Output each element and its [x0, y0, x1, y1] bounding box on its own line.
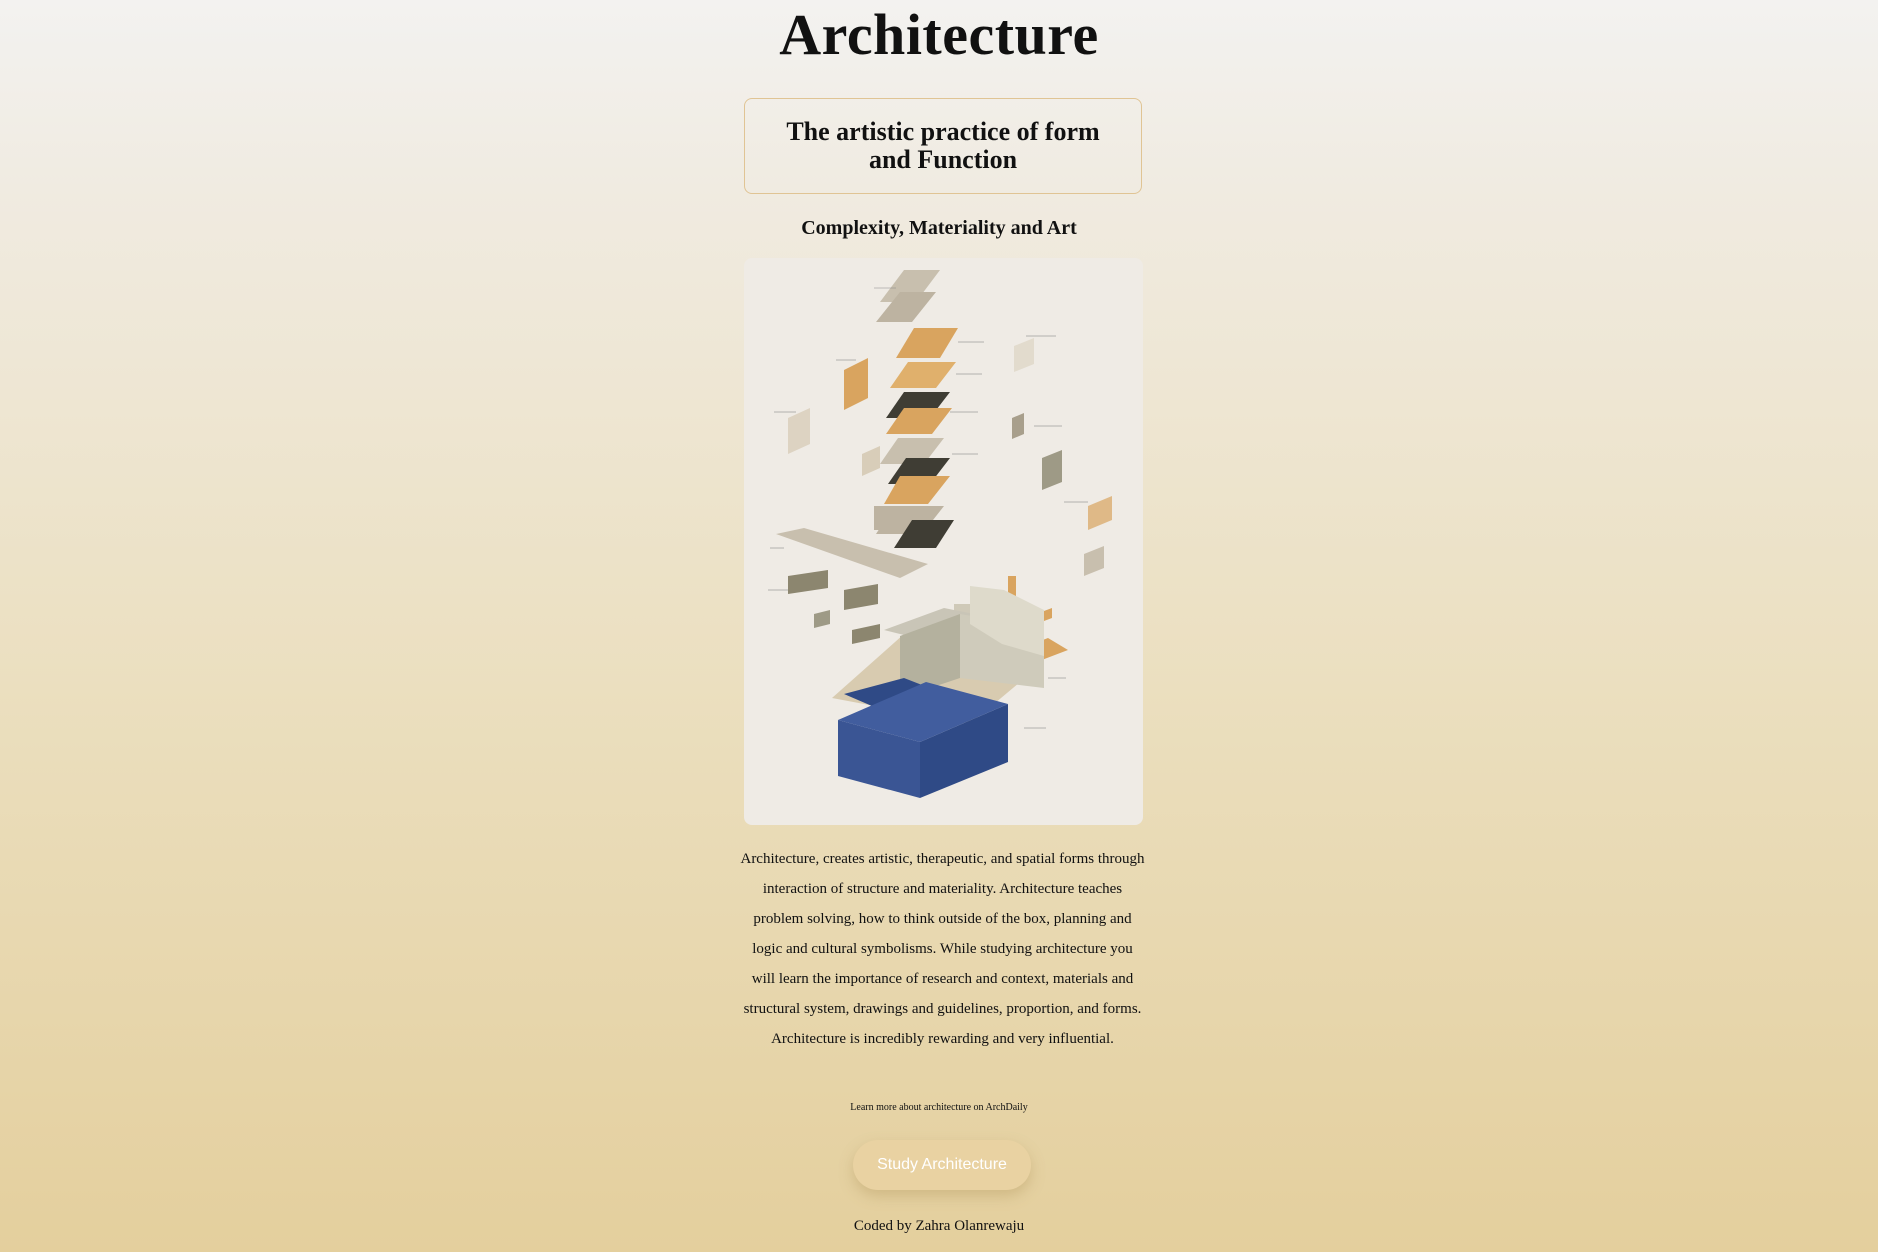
- learn-more-text: Learn more about architecture on ArchDai…: [0, 1101, 1878, 1115]
- page: Architecture The artistic practice of fo…: [0, 0, 1878, 1252]
- subtitle: Complexity, Materiality and Art: [801, 217, 1077, 239]
- description-paragraph: Architecture, creates artistic, therapeu…: [740, 851, 1145, 1047]
- study-architecture-button[interactable]: Study Architecture: [853, 1140, 1031, 1190]
- archdaily-link[interactable]: Learn more about architecture on ArchDai…: [850, 1102, 1027, 1113]
- exploded-axonometric-drawing: [768, 270, 1112, 798]
- tagline-card: The artistic practice of form and Functi…: [744, 98, 1142, 194]
- architecture-drawing-image: [744, 258, 1143, 825]
- footer-credit: Coded by Zahra Olanrewaju: [853, 1218, 1025, 1234]
- page-title: Architecture: [779, 2, 1099, 67]
- tagline-text: The artistic practice of form and Functi…: [786, 117, 1100, 174]
